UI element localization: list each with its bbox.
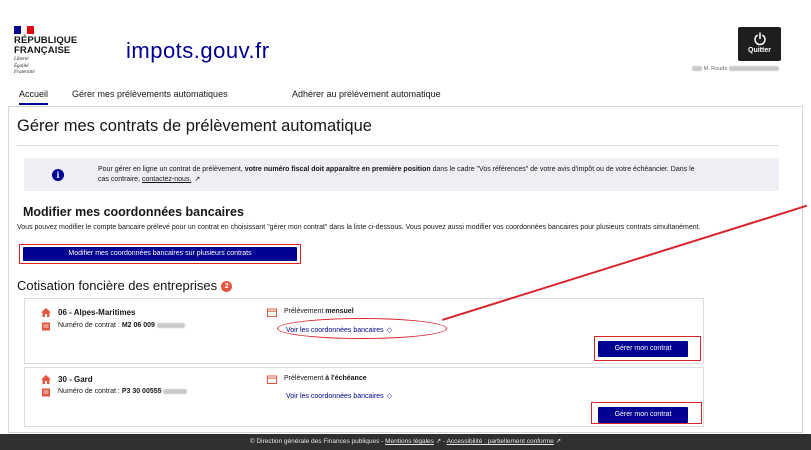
accessibility-link[interactable]: Accessibilité : partiellement conforme [447, 438, 554, 445]
contract-number-label: Numéro de contrat : [58, 388, 122, 395]
view-bank-details-label: Voir les coordonnées bancaires [286, 393, 384, 400]
motto-egalite: Égalité [14, 63, 29, 69]
annotation-outline-manage-1 [594, 336, 701, 361]
external-link-icon: ↗ [553, 438, 562, 445]
tab-gerer-prelevements[interactable]: Gérer mes prélèvements automatiques [72, 89, 228, 103]
document-icon [42, 322, 50, 331]
contract-number: Numéro de contrat : P3 30 00555 [58, 388, 187, 395]
annotation-outline-manage-2 [591, 402, 702, 424]
info-text-bold: votre numéro fiscal doit apparaître en p… [244, 166, 431, 173]
external-link-icon: ↗ [194, 176, 201, 183]
header: RÉPUBLIQUE FRANÇAISE Liberté Égalité Fra… [8, 14, 803, 86]
main-nav: Accueil Gérer mes prélèvements automatiq… [12, 89, 799, 105]
home-icon [41, 308, 51, 317]
info-notice: i Pour gérer en ligne un contrat de prél… [24, 158, 779, 191]
footer-copyright: © Direction générale des Finances publiq… [249, 438, 386, 445]
info-text: Pour gérer en ligne un contrat de prélèv… [98, 165, 698, 185]
contract-number-blur [162, 388, 187, 394]
french-flag-icon [14, 26, 35, 34]
annotation-ellipse [277, 318, 447, 339]
motto-liberte: Liberté [14, 57, 29, 62]
info-text-part1: Pour gérer en ligne un contrat de prélèv… [98, 166, 245, 173]
legal-notice-link[interactable]: Mentions légales [385, 438, 434, 445]
external-link-icon: ↗ - [433, 438, 447, 445]
title-separator [17, 145, 779, 146]
chevron-icon: ◇ [386, 393, 393, 400]
bank-section-description: Vous pouvez modifier le compte bancaire … [17, 224, 701, 231]
quit-button[interactable]: Quitter [738, 27, 781, 61]
power-icon [753, 32, 766, 46]
contract-department: 06 - Alpes-Maritimes [58, 308, 136, 317]
home-icon [41, 375, 51, 384]
page: RÉPUBLIQUE FRANÇAISE Liberté Égalité Fra… [0, 0, 811, 450]
user-name-blur [728, 66, 779, 72]
tab-adherer-prelevement[interactable]: Adhérer au prélèvement automatique [292, 89, 441, 103]
site-name[interactable]: impots.gouv.fr [126, 38, 270, 64]
bank-section-title: Modifier mes coordonnées bancaires [23, 205, 244, 219]
calendar-icon [267, 308, 277, 317]
contracts-count-badge: 2 [221, 281, 233, 292]
contract-number-label: Numéro de contrat : [58, 322, 122, 329]
quit-label: Quitter [748, 47, 771, 54]
calendar-icon [267, 375, 277, 384]
payment-frequency-mode: à l'échéance [325, 375, 367, 382]
cfe-section-title: Cotisation foncière des entreprises 2 [17, 278, 233, 293]
view-bank-details-link[interactable]: Voir les coordonnées bancaires ◇ [286, 392, 392, 400]
payment-frequency: Prélèvement à l'échéance [284, 375, 367, 382]
page-title: Gérer mes contrats de prélèvement automa… [17, 117, 372, 135]
contract-number: Numéro de contrat : M2 06 009 [58, 322, 185, 329]
payment-frequency-prefix: Prélèvement [284, 308, 326, 315]
contract-number-value: P3 30 00555 [121, 388, 162, 395]
cfe-section-title-text: Cotisation foncière des entreprises [17, 278, 218, 293]
document-icon [42, 388, 50, 397]
motto-fraternite: Fraternité [14, 70, 35, 75]
payment-frequency-prefix: Prélèvement [284, 375, 326, 382]
contract-department: 30 - Gard [58, 375, 93, 384]
contract-number-blur [156, 322, 185, 328]
contact-link[interactable]: contactez-nous. [142, 176, 191, 183]
contract-number-value: M2 06 009 [121, 322, 155, 329]
footer: © Direction générale des Finances publiq… [0, 434, 811, 450]
tab-accueil[interactable]: Accueil [19, 89, 49, 105]
user-avatar-blur [692, 66, 702, 72]
republique-francaise-logo[interactable]: RÉPUBLIQUE FRANÇAISE Liberté Égalité Fra… [14, 26, 104, 76]
user-name: M. Roudo [692, 66, 779, 72]
user-prefix: M. Roudo [703, 66, 728, 72]
annotation-outline-modify [19, 244, 301, 264]
republic-line2: FRANÇAISE [14, 45, 71, 56]
payment-frequency: Prélèvement mensuel [284, 308, 354, 315]
info-icon: i [52, 169, 64, 181]
payment-frequency-mode: mensuel [325, 308, 354, 315]
